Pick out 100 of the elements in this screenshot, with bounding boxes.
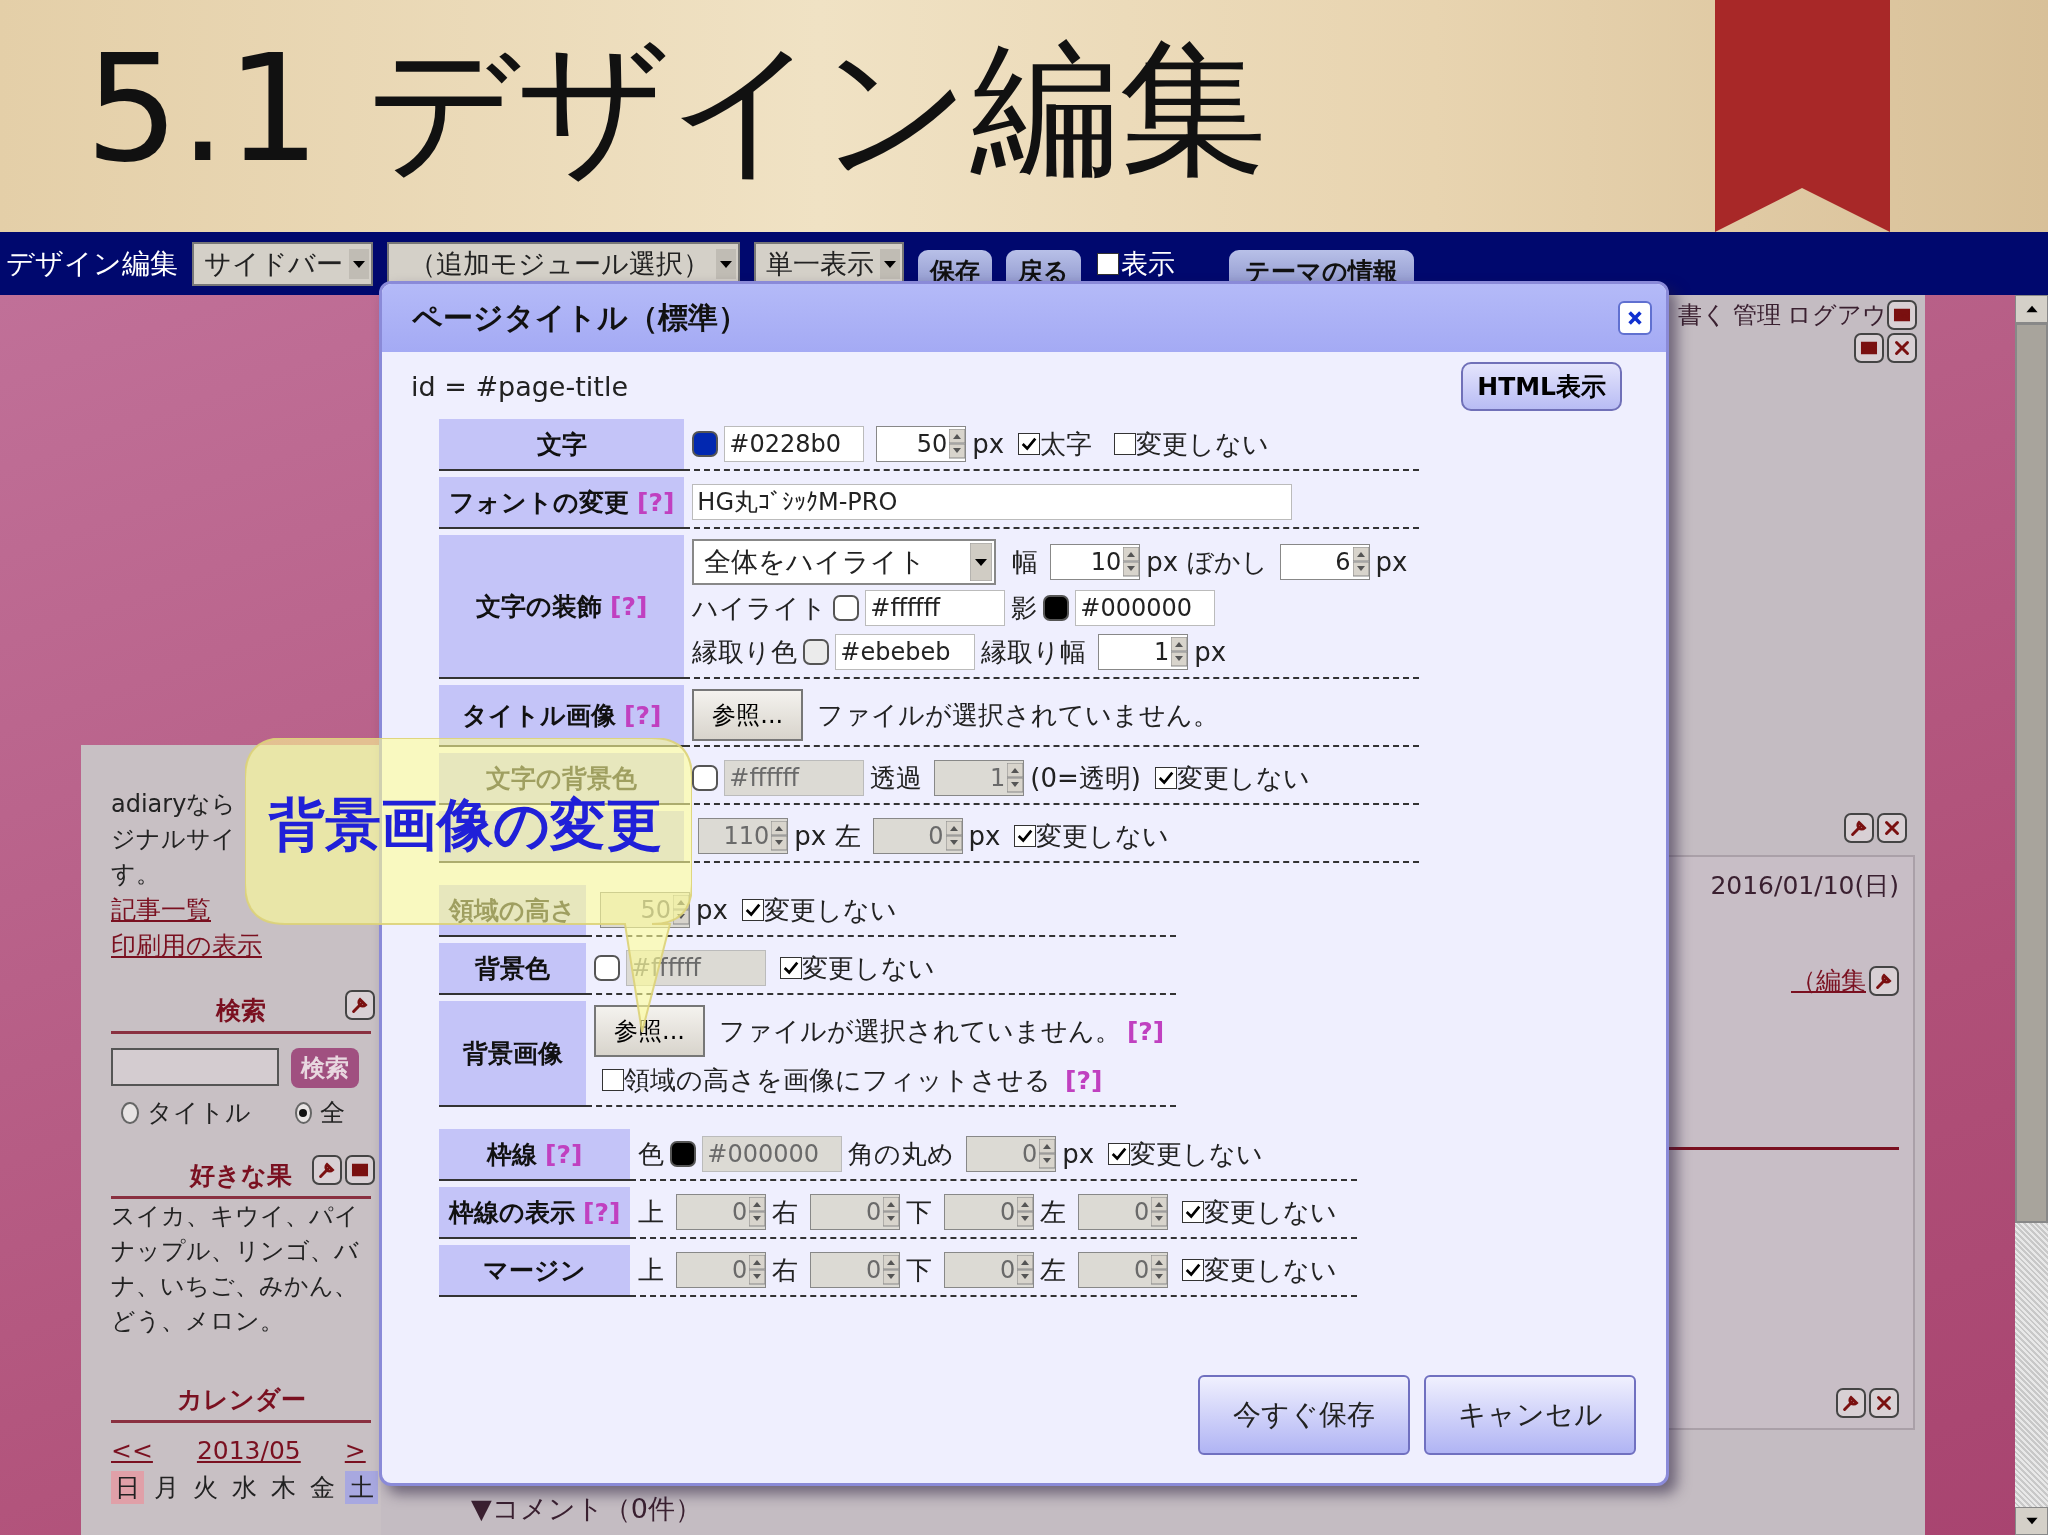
wrench-icon[interactable] <box>1869 965 1899 996</box>
spinner-icon[interactable] <box>949 429 966 459</box>
color-swatch[interactable] <box>833 595 860 621</box>
html-view-button[interactable]: HTML表示 <box>1461 362 1622 411</box>
checkbox-label: 変更しない <box>763 893 897 927</box>
field-label: 色 <box>638 1137 665 1171</box>
sidebar-link[interactable]: 印刷用の表示 <box>111 928 262 964</box>
number-field[interactable]: 1 <box>1098 634 1189 670</box>
search-field[interactable] <box>111 1048 279 1086</box>
wrench-icon[interactable] <box>1844 813 1874 843</box>
scroll-thumb[interactable] <box>2015 323 2048 1223</box>
checkbox[interactable] <box>1182 1201 1205 1223</box>
field-label: 左 <box>1040 1195 1067 1229</box>
header-link[interactable]: 管理 <box>1733 299 1781 331</box>
checkmark-icon <box>1157 769 1175 787</box>
checkmark-icon <box>782 959 800 977</box>
weekday-label: 水 <box>231 1472 258 1504</box>
header-link[interactable]: ログアウ <box>1787 299 1887 331</box>
help-link[interactable]: [?] <box>1065 1065 1103 1095</box>
field-label: px ぼかし <box>1146 545 1268 579</box>
number-field[interactable]: 50 <box>876 426 967 462</box>
search-button[interactable]: 検索 <box>291 1048 359 1088</box>
help-link[interactable]: [?] <box>1126 1016 1165 1046</box>
color-swatch[interactable] <box>803 639 830 665</box>
checkbox[interactable] <box>1108 1143 1131 1165</box>
browse-button[interactable]: 参照... <box>594 1005 705 1057</box>
checkbox-label: 変更しない <box>1177 761 1310 795</box>
checkbox[interactable] <box>1155 767 1177 789</box>
checkbox-label: 変更しない <box>1204 1253 1338 1287</box>
radio-label: タイトル <box>146 1097 251 1129</box>
edit-link[interactable]: （編集 <box>1791 964 1866 997</box>
text-field[interactable]: #ebebeb <box>835 634 976 670</box>
checkbox[interactable] <box>602 1069 624 1091</box>
color-swatch[interactable] <box>692 765 719 791</box>
close-icon[interactable] <box>1887 333 1917 363</box>
text-field[interactable]: #0228b0 <box>724 426 865 462</box>
checkbox[interactable] <box>1018 433 1041 455</box>
checkbox[interactable] <box>1097 252 1119 275</box>
checkbox-label: 領域の高さを画像にフィットさせる <box>624 1063 1051 1097</box>
checkbox-label: 変更しない <box>802 951 935 985</box>
checkbox[interactable] <box>1182 1259 1205 1281</box>
scroll-down-button[interactable] <box>2015 1507 2048 1535</box>
spinner-icon[interactable] <box>1352 547 1369 577</box>
field-label: 右 <box>772 1195 799 1229</box>
toolbar-title: デザイン編集 <box>6 245 178 282</box>
field-label: 縁取り幅 <box>981 635 1087 669</box>
field-label: ファイルが選択されていません。 <box>817 698 1220 732</box>
dialog-button[interactable]: 今すぐ保存 <box>1198 1375 1410 1455</box>
browse-button[interactable]: 参照... <box>692 689 804 741</box>
number-field[interactable]: 10 <box>1050 544 1141 580</box>
color-swatch[interactable] <box>594 955 620 981</box>
color-swatch[interactable] <box>670 1141 697 1167</box>
wrench-icon[interactable] <box>345 990 375 1020</box>
close-button[interactable] <box>1618 301 1652 335</box>
checkbox[interactable] <box>741 899 764 921</box>
row-label-text: 背景画像 <box>462 1037 563 1070</box>
field-label: px <box>972 429 1005 459</box>
field-label: px <box>1375 547 1408 577</box>
checkbox[interactable] <box>780 957 802 979</box>
row-label-text: 文字 <box>536 428 587 461</box>
sidebar-link[interactable]: 記事一覧 <box>111 892 211 928</box>
checkbox[interactable] <box>1014 825 1037 847</box>
scrollbar[interactable] <box>2015 295 2048 1535</box>
checkbox-label: 変更しない <box>1036 819 1170 853</box>
spinner-icon[interactable] <box>1123 547 1140 577</box>
wrench-icon[interactable] <box>312 1155 342 1185</box>
sidebar-text: スイカ、キウイ、パイ <box>111 1201 359 1232</box>
wrench-icon[interactable] <box>1836 1388 1866 1418</box>
text-field[interactable]: #ffffff <box>865 590 1006 626</box>
dialog-title: ページタイトル（標準） <box>412 298 748 337</box>
radio-label: 全 <box>320 1097 345 1129</box>
radio-button[interactable] <box>294 1101 312 1124</box>
text-field[interactable]: HG丸ｺﾞｼｯｸM-PRO <box>692 484 1293 520</box>
color-swatch[interactable] <box>1043 595 1070 621</box>
dialog-button[interactable]: キャンセル <box>1424 1375 1636 1455</box>
field-label: px <box>696 895 728 925</box>
close-icon[interactable] <box>1877 813 1907 843</box>
calendar-next-link[interactable]: > <box>344 1433 366 1469</box>
row-label-text: 背景色 <box>475 952 550 985</box>
color-swatch[interactable] <box>692 431 719 457</box>
radio-button[interactable] <box>121 1101 139 1124</box>
close-icon[interactable] <box>1869 1388 1899 1418</box>
field-label: 幅 <box>1012 545 1039 579</box>
spinner-icon[interactable] <box>1171 637 1188 667</box>
field-label: 上 <box>638 1253 665 1287</box>
checkbox[interactable] <box>1114 433 1137 455</box>
dropdown[interactable]: 全体をハイライト <box>692 539 997 585</box>
element-id: id = #page-title <box>411 371 628 402</box>
sidebar-text: どう、メロン。 <box>111 1306 284 1337</box>
text-field[interactable]: #000000 <box>1075 590 1216 626</box>
dropdown[interactable]: サイドバー <box>192 241 373 286</box>
number-field[interactable]: 6 <box>1279 544 1370 580</box>
row-label-text: マージン <box>483 1254 587 1287</box>
calendar-month-link[interactable]: 2013/05 <box>196 1433 301 1469</box>
calendar-prev-link[interactable]: << <box>111 1433 153 1469</box>
comments-heading[interactable]: ▼コメント（0件） <box>471 1491 702 1527</box>
checkmark-icon <box>1020 435 1039 453</box>
header-link[interactable]: 書く <box>1678 299 1727 331</box>
field-label: px 左 <box>794 819 861 853</box>
scroll-up-button[interactable] <box>2015 295 2048 323</box>
